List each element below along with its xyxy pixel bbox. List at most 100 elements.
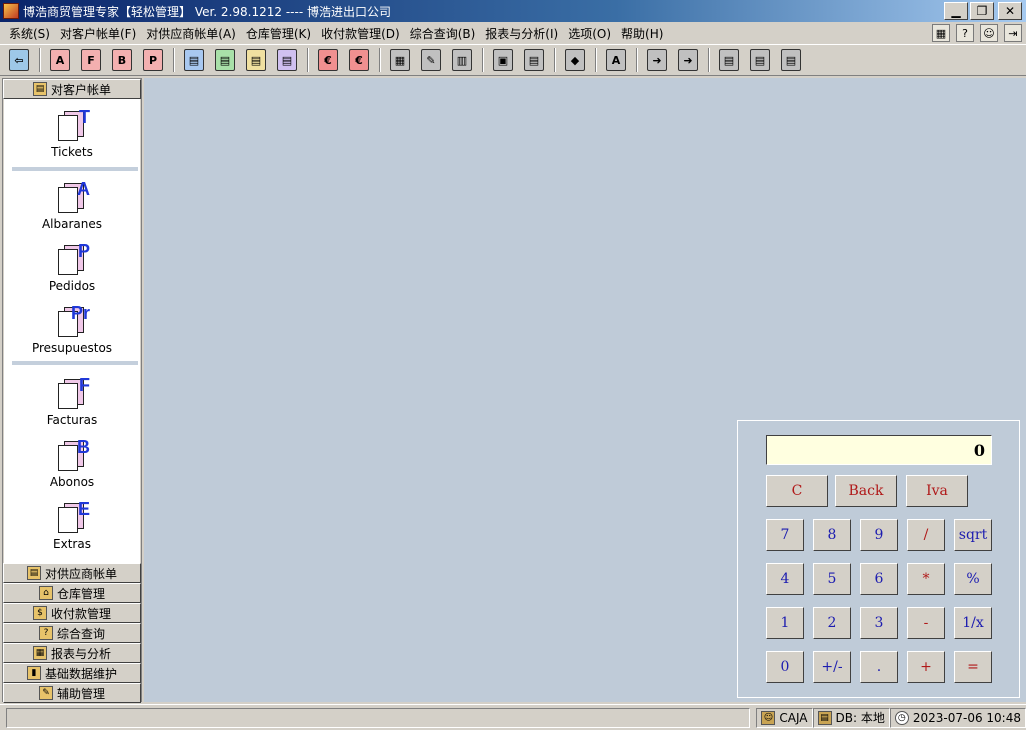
toolbar-button-icon: ▣ [493,49,513,71]
toolbar-button[interactable]: ➜ [675,47,701,73]
toolbar-button[interactable]: P [140,47,166,73]
toolbar-button[interactable]: ▣ [490,47,516,73]
calculator-key[interactable]: Back [835,475,897,507]
document-icon: T [54,107,90,143]
toolbar-button-icon: ◆ [565,49,585,71]
sidebar-nav-item[interactable]: ✎ 辅助管理 [3,683,141,703]
toolbar-button[interactable]: ▤ [212,47,238,73]
sidebar-nav-item[interactable]: ? 综合查询 [3,623,141,643]
calculator-key[interactable]: % [954,563,992,595]
restore-button[interactable]: ❐ [970,2,994,20]
calculator-key[interactable]: sqrt [954,519,992,551]
calculator-key[interactable]: - [907,607,945,639]
sidebar-nav-item[interactable]: ⌂ 仓库管理 [3,583,141,603]
status-db-label: DB: 本地 [835,711,885,725]
calculator-key[interactable]: . [860,651,898,683]
nav-item-icon: $ [32,606,47,620]
toolbar-button-icon: ▤ [246,49,266,71]
toolbar-button[interactable]: ⇦ [6,47,32,73]
sidebar-entry-albaranes[interactable]: A Albaranes [4,179,140,231]
toolbar-button[interactable]: ▤ [181,47,207,73]
calculator-key[interactable]: 7 [766,519,804,551]
calculator-key[interactable]: 1/x [954,607,992,639]
help-icon[interactable]: ? [956,24,974,42]
toolbar-button[interactable]: ▦ [387,47,413,73]
toolbar-button[interactable]: ▤ [747,47,773,73]
menu-customer-bills[interactable]: 对客户帐单(F) [55,25,141,42]
sidebar-entry-label: Presupuestos [31,341,113,355]
calculator-key[interactable]: +/- [813,651,851,683]
sidebar-entry-presupuestos[interactable]: Pr Presupuestos [4,303,140,355]
menu-payments[interactable]: 收付款管理(D) [316,25,405,42]
calculator-key[interactable]: 6 [860,563,898,595]
toolbar-button[interactable]: ▥ [449,47,475,73]
calculator-key[interactable]: 0 [766,651,804,683]
sidebar-entry-extras[interactable]: E Extras [4,499,140,551]
sidebar-header-label: 对客户帐单 [50,82,111,97]
sidebar-entry-abonos[interactable]: B Abonos [4,437,140,489]
toolbar-button[interactable]: € [315,47,341,73]
calculator-key[interactable]: 1 [766,607,804,639]
status-datetime: 2023-07-06 10:48 [912,710,1021,725]
calculator-key[interactable]: 4 [766,563,804,595]
toolbar-button-icon: ➜ [678,49,698,71]
toolbar-button[interactable]: ▤ [274,47,300,73]
sidebar-nav-item[interactable]: ▤ 对供应商帐单 [3,563,141,583]
document-icon-letter: P [77,241,90,261]
calculator-key[interactable]: 5 [813,563,851,595]
toolbar-button[interactable]: B [109,47,135,73]
toolbar-button[interactable]: ◆ [562,47,588,73]
calculator-key[interactable]: + [907,651,945,683]
toolbar-button[interactable]: ➜ [644,47,670,73]
status-bar: ☺ CAJA ▤ DB: 本地 ◷ 2023-07-06 10:48 [0,704,1026,730]
menu-warehouse[interactable]: 仓库管理(K) [241,25,316,42]
toolbar-button[interactable]: € [346,47,372,73]
title-bar[interactable]: 博浩商贸管理专家【轻松管理】 Ver. 2.98.1212 ---- 博浩进出口… [0,0,1026,22]
sidebar-header-customer-bills[interactable]: ▤ 对客户帐单 [3,79,141,99]
sidebar-nav-item[interactable]: ▦ 报表与分析 [3,643,141,663]
status-user: ☺ CAJA [756,707,813,728]
toolbar-button[interactable]: ▤ [521,47,547,73]
menu-help[interactable]: 帮助(H) [616,25,668,42]
sidebar-entry-label: Extras [53,537,91,551]
minimize-button[interactable]: ▁ [944,2,968,20]
calculator-key[interactable]: C [766,475,828,507]
menu-reports[interactable]: 报表与分析(I) [480,25,563,42]
calculator-key[interactable]: = [954,651,992,683]
document-icon-front [58,115,78,141]
toolbar-button[interactable]: ▤ [716,47,742,73]
toolbar-button[interactable]: ✎ [418,47,444,73]
document-icon: A [54,179,90,215]
calculator-key[interactable]: 3 [860,607,898,639]
close-button[interactable]: ✕ [998,2,1022,20]
sidebar-entry-facturas[interactable]: F Facturas [4,375,140,427]
calculator-icon[interactable]: ▦ [932,24,950,42]
menu-quick-icons: ▦ ? ☺ ⇥ [932,24,1022,42]
calculator-key[interactable]: 2 [813,607,851,639]
sidebar-entry-pedidos[interactable]: P Pedidos [4,241,140,293]
calculator-key[interactable]: * [907,563,945,595]
toolbar-button[interactable]: ▤ [243,47,269,73]
calculator-key[interactable]: Iva [906,475,968,507]
toolbar-button-icon: A [50,49,70,71]
sidebar-entry-label: Albaranes [41,217,103,231]
menu-system[interactable]: 系统(S) [4,25,55,42]
sidebar-nav-item[interactable]: ▮ 基础数据维护 [3,663,141,683]
toolbar-button[interactable]: F [78,47,104,73]
calculator-key[interactable]: 9 [860,519,898,551]
toolbar-button[interactable]: A [47,47,73,73]
document-icon-front [58,445,78,471]
menu-supplier-bills[interactable]: 对供应商帐单(A) [141,25,241,42]
sidebar-entry-tickets[interactable]: T Tickets [4,107,140,159]
user-icon[interactable]: ☺ [980,24,998,42]
exit-icon[interactable]: ⇥ [1004,24,1022,42]
status-clock: ◷ 2023-07-06 10:48 [889,707,1026,728]
calculator-key[interactable]: 8 [813,519,851,551]
toolbar-button[interactable]: ▤ [778,47,804,73]
toolbar-separator [39,48,41,72]
calculator-key[interactable]: / [907,519,945,551]
menu-query[interactable]: 综合查询(B) [405,25,481,42]
sidebar-nav-item[interactable]: $ 收付款管理 [3,603,141,623]
toolbar-button[interactable]: A [603,47,629,73]
menu-options[interactable]: 选项(O) [563,25,616,42]
